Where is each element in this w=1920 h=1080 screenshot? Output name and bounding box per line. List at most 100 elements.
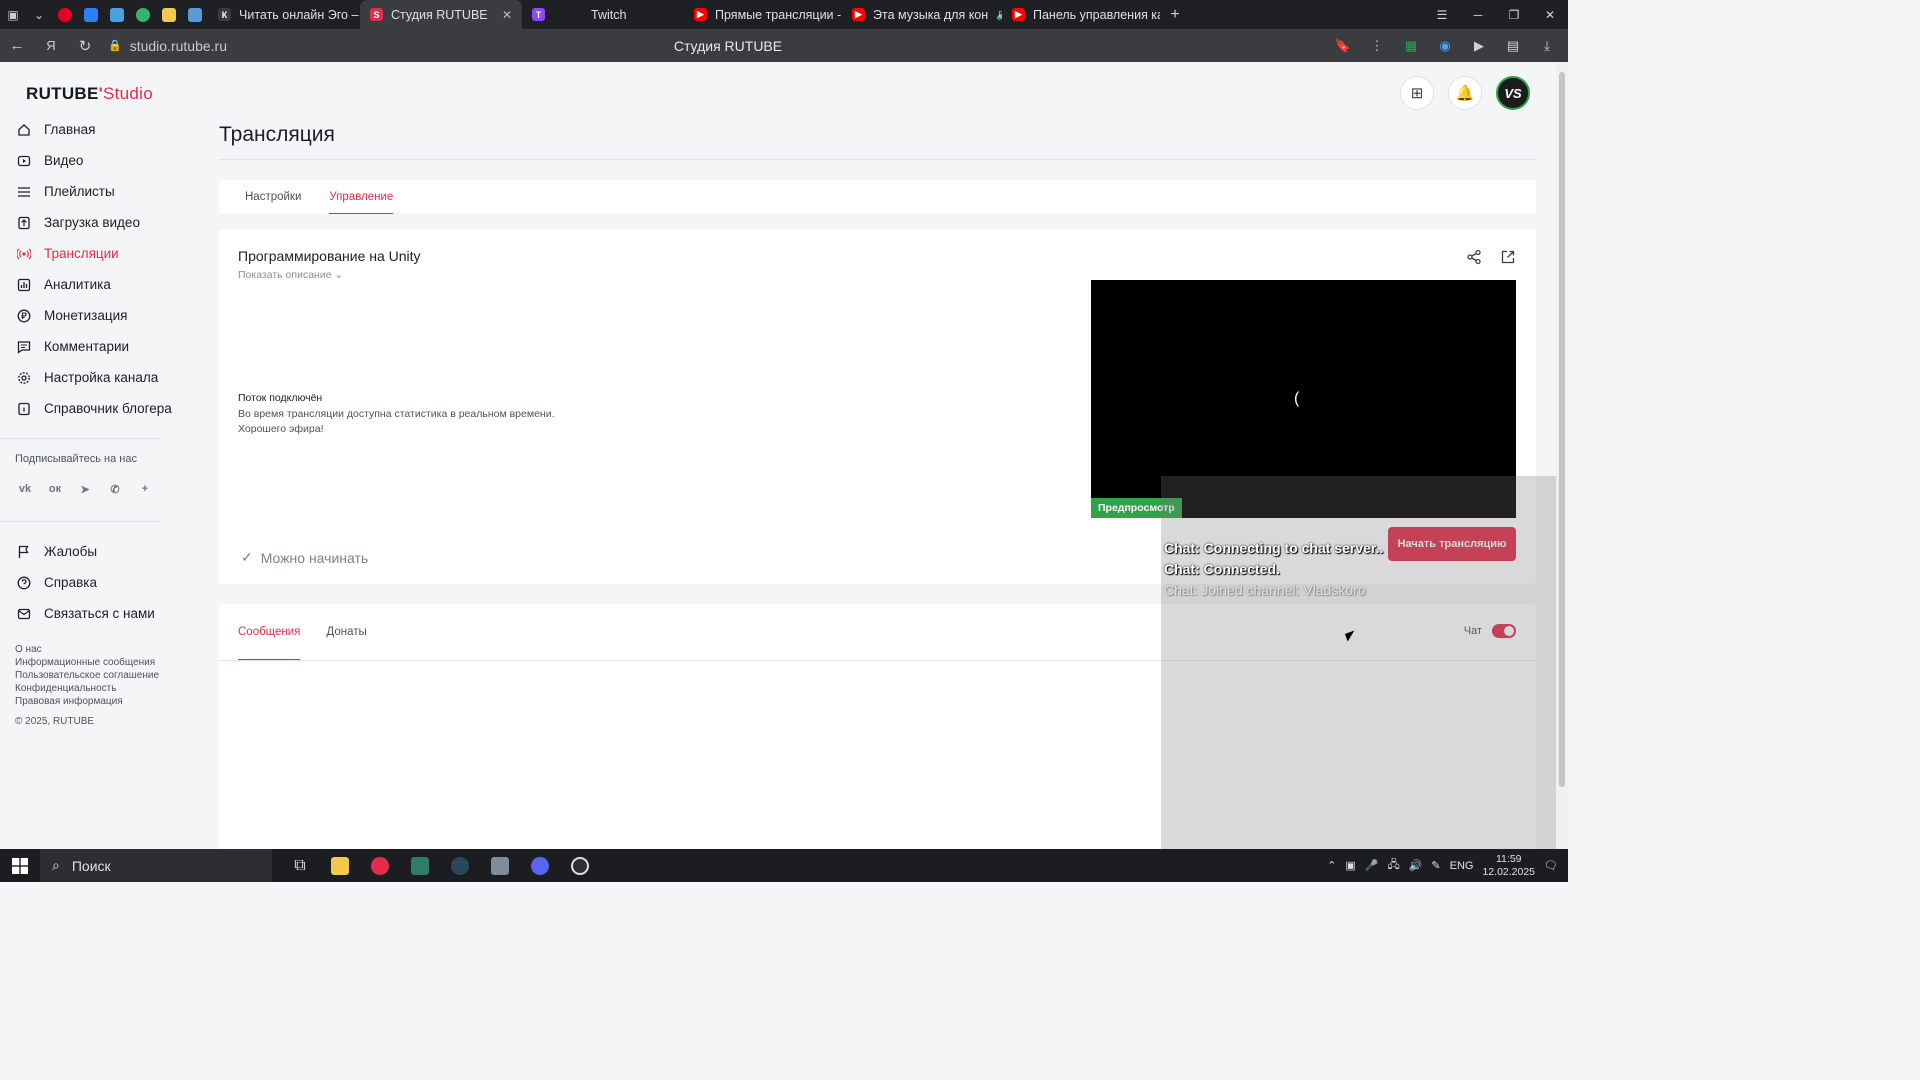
- pinned-tab-pinterest[interactable]: [52, 0, 78, 29]
- rutube-studio-logo[interactable]: RUTUBE'Studio: [26, 84, 153, 104]
- bookmark-icon[interactable]: 🔖: [1328, 29, 1358, 62]
- taskbar-search[interactable]: ⌕ Поиск: [40, 849, 272, 882]
- sidebar-item-blogger-guide[interactable]: Справочник блогера: [0, 393, 180, 424]
- sidebar-item-complaints[interactable]: Жалобы: [0, 536, 180, 567]
- avatar[interactable]: VS: [1496, 76, 1530, 110]
- yandex-browser-icon[interactable]: [360, 849, 400, 882]
- tab-management[interactable]: Управление: [329, 180, 394, 214]
- scrollbar-thumb[interactable]: [1559, 72, 1565, 787]
- restore-button[interactable]: ❐: [1496, 0, 1532, 29]
- pen-icon[interactable]: ✎: [1431, 859, 1440, 872]
- sidebar-item-analytics[interactable]: Аналитика: [0, 269, 180, 300]
- footer-link-legal[interactable]: Правовая информация: [15, 695, 180, 708]
- sidebar-item-label: Главная: [44, 122, 96, 137]
- alice-icon[interactable]: ◉: [1430, 29, 1460, 62]
- network-icon[interactable]: 🖧: [1387, 856, 1399, 875]
- sidebar-item-contact[interactable]: Связаться с нами: [0, 598, 180, 629]
- browser-tab[interactable]: ▶ Панель управления кана: [1002, 0, 1160, 29]
- minimize-button[interactable]: ─: [1460, 0, 1496, 29]
- close-window-button[interactable]: ✕: [1532, 0, 1568, 29]
- share-icon[interactable]: [1466, 249, 1482, 265]
- extension-icon[interactable]: ▦: [1396, 29, 1426, 62]
- sidebar-item-home[interactable]: Главная: [0, 114, 180, 145]
- tabs-menu-icon[interactable]: ☰: [1424, 0, 1460, 29]
- notifications-center-icon[interactable]: 🗨: [1544, 859, 1558, 872]
- external-link-icon[interactable]: [1500, 249, 1516, 265]
- more-icon[interactable]: ⋮: [1362, 29, 1392, 62]
- microphone-icon[interactable]: 🎤: [1365, 859, 1379, 872]
- reload-button[interactable]: ↻: [68, 29, 102, 62]
- clock[interactable]: 11:59 12.02.2025: [1482, 853, 1535, 879]
- ready-status-label: Можно начинать: [260, 549, 369, 566]
- browser-menu-icon[interactable]: ▣: [0, 0, 26, 29]
- sidebar-item-help[interactable]: Справка: [0, 567, 180, 598]
- page-content: RUTUBE'Studio ⊞ 🔔 VS Главная Видео Плейл…: [0, 62, 1556, 849]
- back-button[interactable]: ←: [0, 29, 34, 62]
- steam-icon[interactable]: [440, 849, 480, 882]
- footer-link-info[interactable]: Информационные сообщения: [15, 656, 180, 669]
- pinned-tab-app[interactable]: [104, 0, 130, 29]
- viber-icon[interactable]: ✆: [107, 481, 123, 497]
- sidebar-item-label: Загрузка видео: [44, 215, 140, 230]
- media-icon[interactable]: ▶: [1464, 29, 1494, 62]
- browser-tab[interactable]: К Читать онлайн Эго – это с: [208, 0, 360, 29]
- tabs-dropdown-icon[interactable]: ⌄: [26, 0, 52, 29]
- downloads-icon[interactable]: ⤓: [1532, 29, 1562, 62]
- browser-tab-active[interactable]: S Студия RUTUBE ✕: [360, 0, 522, 29]
- file-explorer-icon[interactable]: [320, 849, 360, 882]
- pinned-tab-blue[interactable]: [182, 0, 208, 29]
- sidebar-item-playlists[interactable]: Плейлисты: [0, 176, 180, 207]
- task-view-icon[interactable]: ⧉: [280, 849, 320, 882]
- page-scrollbar[interactable]: [1556, 62, 1568, 849]
- browser-tab[interactable]: ▶ Эта музыка для кон 🔈 ✕: [842, 0, 1002, 29]
- odnoklassniki-icon[interactable]: ок: [47, 481, 63, 497]
- footer-link-privacy[interactable]: Конфиденциальность: [15, 682, 180, 695]
- discord-icon[interactable]: [520, 849, 560, 882]
- sidebar-item-upload[interactable]: Загрузка видео: [0, 207, 180, 238]
- browser-tab[interactable]: T Twitch: [522, 0, 684, 29]
- sidebar-item-broadcasts[interactable]: Трансляции: [0, 238, 180, 269]
- search-icon: ⌕: [52, 857, 60, 873]
- app-icon[interactable]: [400, 849, 440, 882]
- footer-link-about[interactable]: О нас: [15, 643, 180, 656]
- footer-link-terms[interactable]: Пользовательское соглашение: [15, 669, 180, 682]
- stream-status-title: Поток подключён: [238, 392, 323, 404]
- collections-icon[interactable]: ▤: [1498, 29, 1528, 62]
- new-tab-button[interactable]: +: [1160, 0, 1190, 29]
- notifications-button[interactable]: 🔔: [1448, 76, 1482, 110]
- volume-icon[interactable]: 🔊: [1409, 859, 1423, 872]
- chat-overlay-line: Chat: Connecting to chat server..: [1164, 540, 1384, 556]
- obs-icon[interactable]: [560, 849, 600, 882]
- chevron-down-icon: ⌄: [334, 269, 344, 281]
- tab-donations[interactable]: Донаты: [326, 604, 366, 660]
- start-button[interactable]: [0, 849, 40, 882]
- pinned-tab-yellow[interactable]: [156, 0, 182, 29]
- mail-icon: [17, 607, 31, 621]
- stream-status-text: Хорошего эфира!: [238, 423, 324, 435]
- telegram-icon[interactable]: ➤: [77, 481, 93, 497]
- tab-label: Twitch: [591, 7, 627, 22]
- pinned-tab-mail[interactable]: [78, 0, 104, 29]
- sidebar-item-comments[interactable]: Комментарии: [0, 331, 180, 362]
- url-field[interactable]: 🔒 studio.rutube.ru: [108, 38, 227, 54]
- tab-settings[interactable]: Настройки: [245, 180, 301, 214]
- tab-favicon-icon: К: [218, 8, 231, 21]
- tab-messages[interactable]: Сообщения: [238, 604, 301, 660]
- tray-expand-icon[interactable]: ⌃: [1327, 859, 1336, 872]
- browser-tab[interactable]: ▶ Прямые трансляции - You: [684, 0, 842, 29]
- address-bar: ← Я ↻ 🔒 studio.rutube.ru Студия RUTUBE 🔖…: [0, 29, 1568, 62]
- sidebar-divider: [0, 521, 162, 522]
- pinned-tab-green[interactable]: [130, 0, 156, 29]
- language-indicator[interactable]: ENG: [1450, 860, 1474, 872]
- tab-close-icon[interactable]: ✕: [502, 8, 512, 22]
- sidebar-item-video[interactable]: Видео: [0, 145, 180, 176]
- sidebar-item-channel-settings[interactable]: Настройка канала: [0, 362, 180, 393]
- vk-icon[interactable]: vk: [17, 481, 33, 497]
- sidebar-item-monetization[interactable]: Монетизация: [0, 300, 180, 331]
- tray-app-icon[interactable]: ▣: [1345, 859, 1355, 872]
- yandex-button[interactable]: Я: [34, 29, 68, 62]
- create-button[interactable]: ⊞: [1400, 76, 1434, 110]
- more-social-icon[interactable]: +: [137, 481, 153, 497]
- show-description-toggle[interactable]: Показать описание ⌄: [238, 269, 343, 281]
- notepad-icon[interactable]: [480, 849, 520, 882]
